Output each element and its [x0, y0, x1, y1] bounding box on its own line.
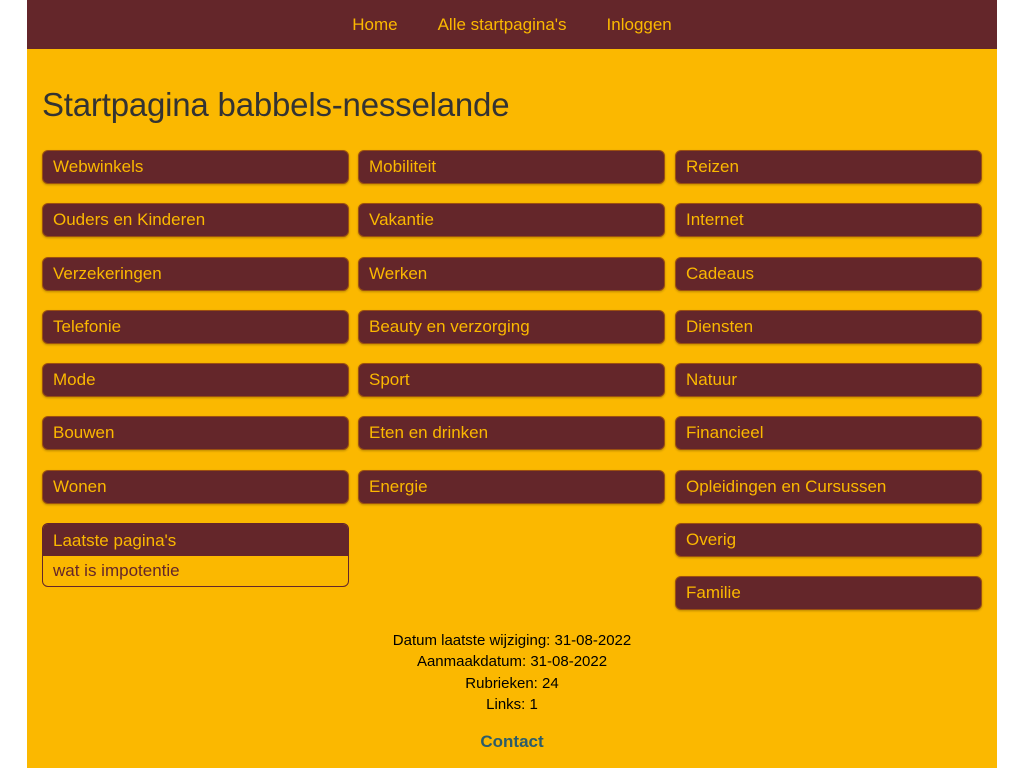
- category-bouwen[interactable]: Bouwen: [42, 416, 349, 451]
- category-reizen[interactable]: Reizen: [675, 150, 982, 184]
- nav-all-startpages[interactable]: Alle startpagina's: [418, 0, 587, 49]
- category-werken[interactable]: Werken: [358, 256, 665, 291]
- category-mode[interactable]: Mode: [42, 363, 349, 398]
- latest-pages-title: Laatste pagina's: [43, 524, 348, 557]
- category-diensten[interactable]: Diensten: [675, 309, 982, 344]
- category-vakantie[interactable]: Vakantie: [358, 203, 665, 238]
- info-links-count: Links: 1: [486, 695, 538, 713]
- category-verzekeringen[interactable]: Verzekeringen: [42, 256, 349, 291]
- category-sport[interactable]: Sport: [358, 363, 665, 398]
- category-cadeaus[interactable]: Cadeaus: [675, 256, 982, 291]
- info-modified-date: Datum laatste wijziging: 31-08-2022: [392, 632, 632, 649]
- category-overig[interactable]: Overig: [675, 523, 982, 558]
- latest-page-link[interactable]: wat is impotentie: [53, 561, 180, 580]
- page-title: Startpagina babbels-nesselande: [42, 86, 510, 123]
- category-column-3: Reizen Internet Cadeaus Diensten Natuur …: [675, 150, 982, 630]
- category-familie[interactable]: Familie: [675, 576, 982, 611]
- category-column-2: Mobiliteit Vakantie Werken Beauty en ver…: [358, 150, 665, 523]
- latest-pages-list: wat is impotentie: [43, 556, 348, 586]
- category-energie[interactable]: Energie: [358, 469, 665, 504]
- latest-pages-panel: Laatste pagina's wat is impotentie: [42, 523, 349, 588]
- footer: Contact: [27, 732, 997, 752]
- category-wonen[interactable]: Wonen: [42, 469, 349, 504]
- category-webwinkels[interactable]: Webwinkels: [42, 150, 349, 184]
- info-created-date: Aanmaakdatum: 31-08-2022: [416, 653, 608, 671]
- top-navigation: Home Alle startpagina's Inloggen: [27, 0, 997, 49]
- category-opleidingen-en-cursussen[interactable]: Opleidingen en Cursussen: [675, 469, 982, 504]
- category-column-1: Webwinkels Ouders en Kinderen Verzekerin…: [42, 150, 349, 588]
- contact-link[interactable]: Contact: [480, 732, 543, 751]
- category-ouders-en-kinderen[interactable]: Ouders en Kinderen: [42, 203, 349, 238]
- category-natuur[interactable]: Natuur: [675, 363, 982, 398]
- nav-login[interactable]: Inloggen: [587, 0, 692, 49]
- category-telefonie[interactable]: Telefonie: [42, 309, 349, 344]
- category-internet[interactable]: Internet: [675, 203, 982, 238]
- category-financieel[interactable]: Financieel: [675, 416, 982, 451]
- nav-home[interactable]: Home: [332, 0, 417, 49]
- info-rubrieken-count: Rubrieken: 24: [465, 674, 559, 692]
- category-eten-en-drinken[interactable]: Eten en drinken: [358, 416, 665, 451]
- category-mobiliteit[interactable]: Mobiliteit: [358, 150, 665, 184]
- category-beauty-en-verzorging[interactable]: Beauty en verzorging: [358, 309, 665, 344]
- page: Home Alle startpagina's Inloggen Startpa…: [27, 0, 997, 768]
- page-info: Datum laatste wijziging: 31-08-2022 Aanm…: [27, 630, 997, 715]
